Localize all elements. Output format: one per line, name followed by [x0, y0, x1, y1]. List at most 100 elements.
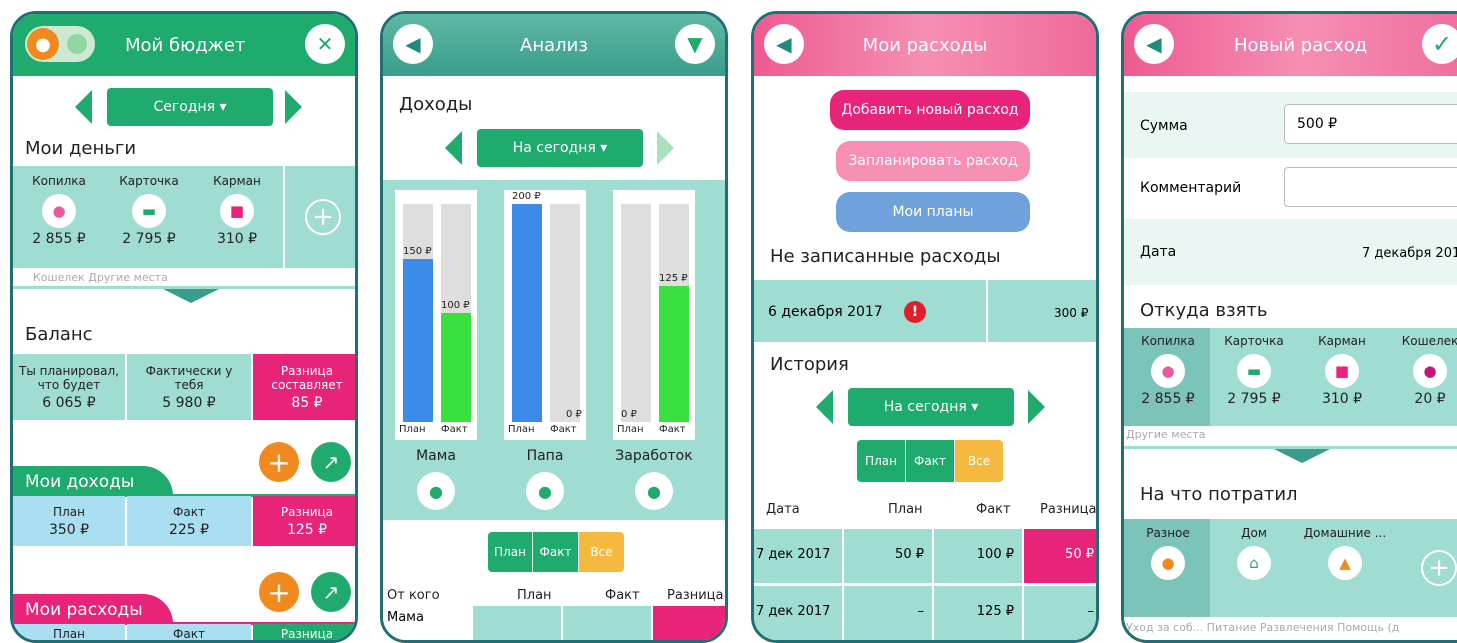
income-plan: План 350 ₽: [13, 496, 125, 546]
income-value: 350 ₽: [48, 521, 90, 538]
category-pets[interactable]: Домашние ... ▲: [1300, 526, 1390, 580]
back-icon[interactable]: ◀: [764, 24, 804, 64]
date-select[interactable]: На сегодня ▾: [848, 388, 1014, 426]
balance-title: Баланс: [25, 324, 93, 345]
account-amount: 2 855 ₽: [32, 231, 86, 247]
more-categories[interactable]: Уход за соб... Питание Развлечения Помощ…: [1126, 621, 1399, 634]
next-date-icon[interactable]: [285, 90, 302, 124]
avatar-icon[interactable]: ●: [635, 472, 673, 510]
pocket-icon: ■: [220, 194, 254, 228]
next-date-icon[interactable]: [1028, 390, 1045, 424]
piggy-icon: ●: [42, 194, 76, 228]
expense-label: План: [53, 627, 85, 641]
balance-label: Фактически у тебя: [145, 363, 233, 392]
more-accounts[interactable]: Кошелек Другие места: [33, 271, 168, 284]
page-title: Мой бюджет: [125, 34, 246, 56]
cell-diff: –: [1024, 586, 1096, 640]
unrecorded-date: 6 декабря 2017: [768, 304, 883, 320]
avatar-icon[interactable]: ●: [417, 472, 455, 510]
next-date-icon[interactable]: [657, 131, 674, 165]
source-name: Карман: [1318, 334, 1366, 348]
source-wallet[interactable]: Кошелек ● 20 ₽: [1388, 334, 1457, 407]
source-title: Откуда взять: [1140, 300, 1268, 321]
my-plans-button[interactable]: Мои планы: [836, 192, 1030, 232]
seg-fact[interactable]: Факт: [533, 532, 579, 572]
account-amount: 2 795 ₽: [122, 231, 176, 247]
source-name: Кошелек: [1401, 334, 1457, 348]
expand-icon[interactable]: [163, 289, 219, 303]
cell-date: 7 дек 2017: [754, 529, 842, 583]
add-category-button[interactable]: +: [1394, 519, 1457, 617]
plus-icon: +: [305, 199, 341, 235]
prev-date-icon[interactable]: [816, 390, 833, 424]
bar-fact-caption: Факт: [550, 424, 577, 435]
col-header: План: [888, 502, 923, 517]
account-name: Копилка: [32, 174, 86, 188]
balance-fact: Фактически у тебя 5 980 ₽: [127, 354, 251, 420]
prev-date-icon[interactable]: [445, 131, 462, 165]
category-name: Разное: [1146, 526, 1190, 540]
expense-chart-button[interactable]: ↗: [311, 572, 351, 612]
date-select[interactable]: Сегодня ▾: [107, 88, 273, 126]
filter-icon[interactable]: ▼: [675, 24, 715, 64]
profile-toggle[interactable]: ●: [25, 26, 95, 62]
unrecorded-amount: 300 ₽: [1054, 306, 1089, 320]
wallet-icon: ●: [1413, 354, 1447, 388]
plan-expense-button[interactable]: Запланировать расход: [836, 141, 1030, 181]
balance-label: Разница составляет: [271, 363, 343, 392]
group-name: Папа: [526, 448, 564, 464]
back-icon[interactable]: ◀: [393, 24, 433, 64]
fact-value-label: 100 ₽: [441, 300, 470, 311]
seg-plan[interactable]: План: [857, 440, 906, 482]
avatar-icon[interactable]: ●: [526, 472, 564, 510]
add-expense-button[interactable]: Добавить новый расход: [830, 90, 1030, 130]
account-name: Карман: [213, 174, 261, 188]
back-icon[interactable]: ◀: [1134, 24, 1174, 64]
warning-icon: !: [904, 301, 926, 323]
other-places[interactable]: Другие места: [1126, 428, 1206, 441]
add-expense-button[interactable]: +: [259, 572, 299, 612]
col-header: Факт: [976, 502, 1011, 517]
table-cell: [473, 606, 561, 640]
table-row[interactable]: 7 дек 2017 – 125 ₽ –: [754, 586, 1096, 640]
source-amount: 2 855 ₽: [1141, 391, 1195, 407]
col-header: Дата: [766, 502, 800, 517]
history-title: История: [770, 354, 849, 375]
table-cell: [563, 606, 651, 640]
account-pocket[interactable]: Карман ■ 310 ₽: [197, 174, 277, 247]
add-income-button[interactable]: +: [259, 442, 299, 482]
income-chart-button[interactable]: ↗: [311, 442, 351, 482]
bar-plan-caption: План: [399, 424, 426, 435]
account-piggy[interactable]: Копилка ● 2 855 ₽: [19, 174, 99, 247]
account-card[interactable]: Карточка ▬ 2 795 ₽: [109, 174, 189, 247]
source-pocket[interactable]: Карман ■ 310 ₽: [1300, 334, 1384, 407]
income-value: 225 ₽: [168, 521, 210, 538]
category-home[interactable]: Дом ⌂: [1212, 526, 1296, 580]
prev-date-icon[interactable]: [75, 90, 92, 124]
sum-input[interactable]: 500 ₽: [1284, 104, 1457, 144]
sum-label: Сумма: [1140, 118, 1188, 134]
seg-all[interactable]: Все: [579, 532, 624, 572]
comment-label: Комментарий: [1140, 180, 1242, 196]
page-title: Мои расходы: [862, 34, 988, 56]
page-title: Новый расход: [1234, 34, 1368, 56]
table-row[interactable]: 7 дек 2017 50 ₽ 100 ₽ 50 ₽: [754, 529, 1096, 583]
date-select[interactable]: На сегодня ▾: [477, 129, 643, 167]
seg-plan[interactable]: План: [488, 532, 533, 572]
pocket-icon: ■: [1325, 354, 1359, 388]
add-account-button[interactable]: +: [285, 166, 355, 268]
settings-icon[interactable]: ✕: [305, 24, 345, 64]
plan-value-label: 200 ₽: [512, 191, 541, 202]
table-header: От кого План Факт Разница: [383, 588, 725, 608]
seg-fact[interactable]: Факт: [906, 440, 955, 482]
expand-icon[interactable]: [1274, 449, 1330, 463]
seg-all[interactable]: Все: [955, 440, 1003, 482]
confirm-icon[interactable]: ✓: [1422, 24, 1457, 64]
source-piggy[interactable]: Копилка ● 2 855 ₽: [1128, 334, 1208, 407]
income-fact: Факт 225 ₽: [127, 496, 251, 546]
section-title: Доходы: [399, 94, 473, 115]
source-card[interactable]: Карточка ▬ 2 795 ₽: [1212, 334, 1296, 407]
category-misc[interactable]: Разное ●: [1128, 526, 1208, 580]
comment-input[interactable]: [1284, 167, 1457, 207]
table-header: Дата План Факт Разница: [754, 502, 1096, 522]
